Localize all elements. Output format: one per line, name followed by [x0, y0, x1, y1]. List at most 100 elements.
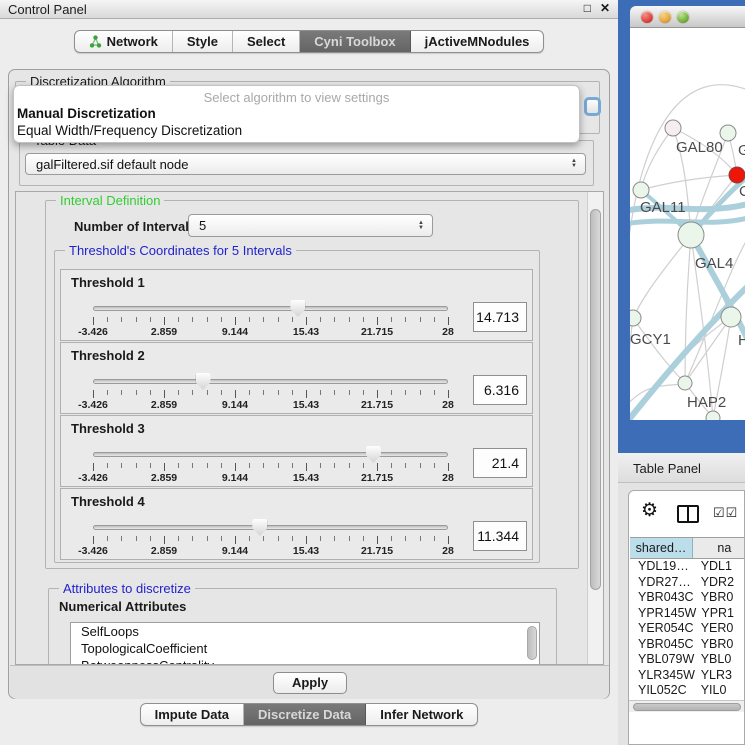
- network-window-titlebar[interactable]: [630, 6, 745, 28]
- column-header-shared-name[interactable]: shared…: [630, 538, 693, 558]
- slider-tick-label: 28: [442, 545, 454, 557]
- attribute-list-item[interactable]: BetweennessCentrality: [71, 657, 539, 665]
- cell-shared-name[interactable]: YIL052C: [630, 683, 696, 699]
- cell-shared-name[interactable]: YLR345W: [630, 668, 696, 684]
- threshold-3-value-field[interactable]: 21.4: [473, 448, 527, 478]
- slider-minor-tick: [334, 317, 335, 322]
- menu-item-equal-width-frequency[interactable]: Equal Width/Frequency Discretization: [14, 122, 579, 139]
- cell-name[interactable]: YDL1: [696, 559, 745, 575]
- table-row[interactable]: YBL079WYBL0: [630, 652, 745, 668]
- cell-name[interactable]: YDR2: [696, 575, 745, 591]
- slider-thumb[interactable]: [252, 519, 267, 536]
- cell-name[interactable]: YPR1: [696, 606, 745, 622]
- network-edge[interactable]: [633, 235, 691, 318]
- network-node[interactable]: [678, 222, 704, 248]
- threshold-1-value-field[interactable]: 14.713: [473, 302, 527, 332]
- cell-name[interactable]: YBL0: [696, 652, 745, 668]
- settings-scrollbar[interactable]: [587, 192, 603, 664]
- slider-minor-tick: [178, 390, 179, 395]
- threshold-4-slider[interactable]: -3.4262.8599.14415.4321.71528: [93, 519, 448, 557]
- threshold-2-slider[interactable]: -3.4262.8599.14415.4321.71528: [93, 373, 448, 411]
- minimize-window-icon[interactable]: [659, 11, 671, 23]
- slider-minor-tick: [178, 317, 179, 322]
- cell-shared-name[interactable]: YBR043C: [630, 590, 696, 606]
- cell-shared-name[interactable]: YDL19…: [630, 559, 696, 575]
- tab-style[interactable]: Style: [173, 31, 233, 52]
- network-node[interactable]: [729, 167, 745, 183]
- network-node[interactable]: [630, 310, 641, 326]
- table-row[interactable]: YBR045CYBR0: [630, 637, 745, 653]
- attribute-list-item[interactable]: SelfLoops: [71, 623, 539, 640]
- scrollbar-thumb[interactable]: [590, 209, 601, 590]
- cell-name[interactable]: YIL0: [696, 683, 745, 699]
- cell-name[interactable]: YER0: [696, 621, 745, 637]
- gear-icon[interactable]: ⚙: [641, 499, 658, 522]
- number-of-intervals-label: Number of Intervals: [74, 219, 196, 234]
- attributes-list-scrollbar[interactable]: [527, 626, 537, 660]
- slider-minor-tick: [278, 390, 279, 395]
- slider-minor-tick: [121, 317, 122, 322]
- threshold-3-slider[interactable]: -3.4262.8599.14415.4321.71528: [93, 446, 448, 484]
- table-row[interactable]: YBR043CYBR0: [630, 590, 745, 606]
- table-row[interactable]: YPR145WYPR1: [630, 606, 745, 622]
- cell-shared-name[interactable]: YBR045C: [630, 637, 696, 653]
- tab-discretize-data[interactable]: Discretize Data: [244, 704, 366, 725]
- slider-thumb[interactable]: [366, 446, 381, 463]
- column-header-name[interactable]: na: [693, 538, 745, 558]
- network-canvas[interactable]: GAL80GACGAL11GAL4GCY1HHAP2: [630, 28, 745, 420]
- cell-shared-name[interactable]: YER054C: [630, 621, 696, 637]
- tab-impute-data[interactable]: Impute Data: [141, 704, 244, 725]
- threshold-1-slider[interactable]: -3.4262.8599.14415.4321.71528: [93, 300, 448, 338]
- apply-button[interactable]: Apply: [273, 672, 347, 694]
- network-node[interactable]: [633, 182, 649, 198]
- select-columns-checkboxes-icon[interactable]: ☑☑: [713, 505, 738, 521]
- tab-network[interactable]: Network: [75, 31, 173, 52]
- network-node[interactable]: [721, 307, 741, 327]
- network-edge[interactable]: [641, 175, 737, 190]
- cell-name[interactable]: YLR3: [696, 668, 745, 684]
- slider-thumb[interactable]: [196, 373, 211, 390]
- cell-shared-name[interactable]: YDR27…: [630, 575, 696, 591]
- attribute-list-item[interactable]: TopologicalCoefficient: [71, 640, 539, 657]
- slider-minor-tick: [136, 390, 137, 395]
- table-data-combobox[interactable]: galFiltered.sif default node ▲▼: [25, 153, 586, 175]
- scrollbar-thumb[interactable]: [633, 703, 741, 711]
- network-node[interactable]: [706, 411, 720, 420]
- close-panel-icon[interactable]: ✕: [600, 1, 610, 15]
- table-row[interactable]: YDL19…YDL1: [630, 559, 745, 575]
- cell-name[interactable]: YBR0: [696, 590, 745, 606]
- cell-shared-name[interactable]: YPR145W: [630, 606, 696, 622]
- network-graph: GAL80GACGAL11GAL4GCY1HHAP2: [630, 28, 745, 420]
- slider-thumb[interactable]: [290, 300, 305, 317]
- columns-icon[interactable]: [677, 505, 699, 523]
- cell-shared-name[interactable]: YBL079W: [630, 652, 696, 668]
- threshold-2-value-field[interactable]: 6.316: [473, 375, 527, 405]
- table-row[interactable]: YER054CYER0: [630, 621, 745, 637]
- table-row[interactable]: YDR27…YDR2: [630, 575, 745, 591]
- threshold-4-value-field[interactable]: 11.344: [473, 521, 527, 551]
- slider-minor-tick: [221, 536, 222, 541]
- number-of-intervals-combobox[interactable]: 5 ▲▼: [188, 214, 433, 237]
- tab-cyni-toolbox[interactable]: Cyni Toolbox: [300, 31, 410, 52]
- slider-major-tick: [235, 463, 236, 471]
- numerical-attributes-list[interactable]: SelfLoopsTopologicalCoefficientBetweenne…: [70, 622, 540, 665]
- tab-jactivemnodules[interactable]: jActiveMNodules: [411, 31, 544, 52]
- network-edge[interactable]: [641, 128, 673, 190]
- algorithm-combobox-arrow[interactable]: [584, 97, 601, 116]
- close-window-icon[interactable]: [641, 11, 653, 23]
- slider-track: [93, 452, 448, 457]
- network-edge[interactable]: [685, 235, 691, 383]
- cell-name[interactable]: YBR0: [696, 637, 745, 653]
- table-row[interactable]: YIL052CYIL0: [630, 683, 745, 699]
- network-node[interactable]: [665, 120, 681, 136]
- network-node[interactable]: [678, 376, 692, 390]
- menu-item-manual-discretization[interactable]: Manual Discretization: [14, 105, 579, 122]
- table-row[interactable]: YLR345WYLR3: [630, 668, 745, 684]
- network-edge[interactable]: [633, 318, 685, 383]
- slider-major-tick: [448, 536, 449, 544]
- tab-select[interactable]: Select: [233, 31, 300, 52]
- tab-infer-network[interactable]: Infer Network: [366, 704, 477, 725]
- float-panel-icon[interactable]: □: [584, 1, 591, 15]
- zoom-window-icon[interactable]: [677, 11, 689, 23]
- table-horizontal-scrollbar[interactable]: [629, 700, 745, 712]
